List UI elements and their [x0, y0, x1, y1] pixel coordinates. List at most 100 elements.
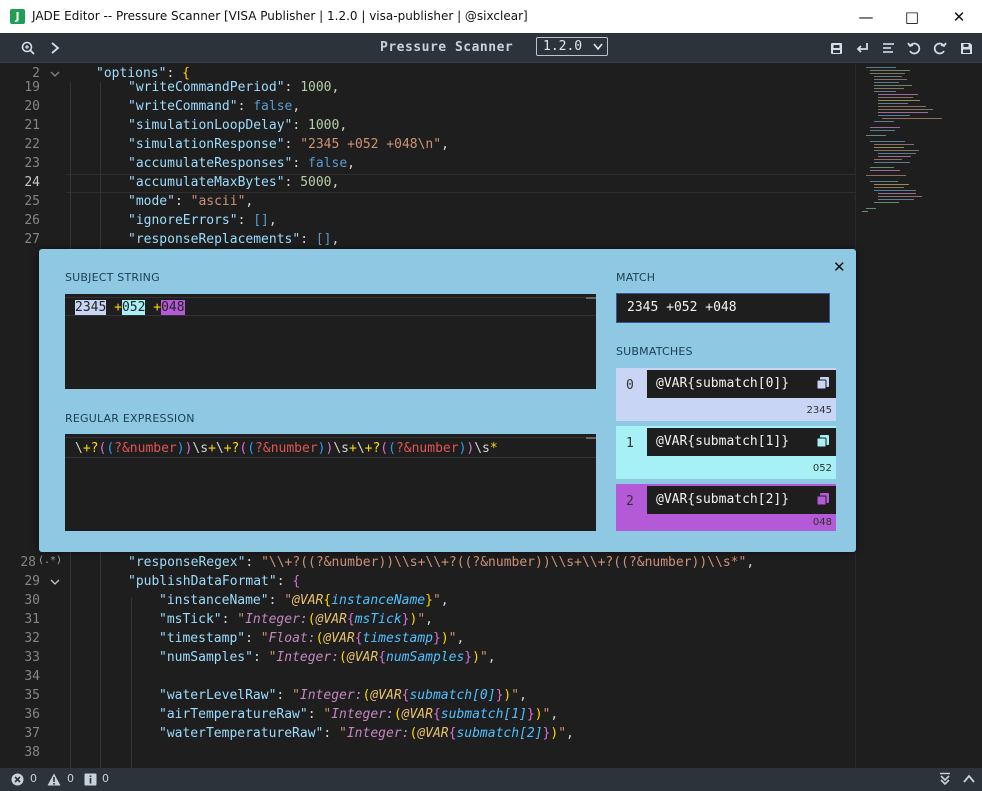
code-value: 1000: [308, 118, 340, 133]
close-popup-button[interactable]: ✕: [833, 258, 846, 276]
code-value: "2345 +052 +048\n": [300, 137, 442, 152]
line-number: 34: [24, 669, 40, 684]
code-line: "ignoreErrors": [],: [128, 213, 277, 228]
code-key: instanceName: [166, 593, 261, 608]
status-bar: 0 0 0: [0, 768, 982, 791]
line-number: 2: [32, 66, 40, 81]
code-line: "writeCommand": false,: [128, 99, 301, 114]
code-line: "simulationResponse": "2345 +052 +048\n"…: [128, 137, 449, 152]
code-line: "publishDataFormat": {: [128, 574, 301, 589]
code-line: "timestamp": "Float:(@VAR{timestamp})",: [159, 631, 465, 646]
redo-icon[interactable]: [930, 38, 950, 58]
match-label: MATCH: [616, 271, 656, 284]
code-line: "numSamples": "Integer:(@VAR{numSamples}…: [159, 650, 496, 665]
submatch-row: 2 @VAR{submatch[2]} 048: [616, 484, 836, 531]
code-key: simulationResponse: [135, 137, 277, 152]
insert-return-icon[interactable]: [852, 38, 872, 58]
submatch-index: 0: [626, 378, 634, 393]
subject-group-1: 052: [121, 300, 146, 315]
save-icon[interactable]: [956, 38, 976, 58]
line-number: 36: [24, 707, 40, 722]
submatch-index: 2: [626, 494, 634, 509]
submatch-value: 048: [812, 517, 832, 528]
code-line: "responseRegex": "\\+?((?&number))\\s+\\…: [128, 555, 755, 570]
chevron-right-icon[interactable]: [45, 38, 65, 58]
warning-icon[interactable]: [47, 773, 61, 786]
version-select[interactable]: 1.2.0: [536, 37, 608, 56]
format-icon[interactable]: [878, 38, 898, 58]
copy-icon[interactable]: [816, 492, 830, 506]
code-key: writeCommandPeriod: [135, 80, 277, 95]
close-window-button[interactable]: ✕: [936, 0, 982, 33]
code-line: "simulationLoopDelay": 1000,: [128, 118, 348, 133]
code-line: "mode": "ascii",: [128, 194, 254, 209]
copy-icon[interactable]: [816, 376, 830, 390]
fold-chevron-icon[interactable]: [50, 71, 60, 78]
submatch-variable-field[interactable]: @VAR{submatch[0]}: [647, 370, 836, 398]
submatch-value: 2345: [806, 405, 832, 416]
line-number: 22: [24, 137, 40, 152]
code-key: responseReplacements: [135, 232, 293, 247]
minimize-button[interactable]: —: [843, 0, 889, 33]
chevron-up-icon[interactable]: [962, 773, 976, 785]
chevron-down-icon: [593, 43, 603, 51]
code-line: "waterTemperatureRaw": "Integer:(@VAR{su…: [159, 726, 574, 741]
code-line: "instanceName": "@VAR{instanceName}",: [159, 593, 449, 608]
submatch-value: 052: [812, 463, 832, 474]
warning-count: 0: [67, 772, 74, 785]
maximize-button[interactable]: □: [889, 0, 935, 33]
line-number: 19: [24, 80, 40, 95]
submatch-variable-field[interactable]: @VAR{submatch[1]}: [647, 428, 836, 456]
code-key: waterTemperatureRaw: [166, 726, 316, 741]
submatch-variable: @VAR{submatch[0]}: [656, 376, 790, 391]
zoom-icon[interactable]: [18, 38, 38, 58]
app-icon: J: [10, 9, 25, 24]
line-number: 26: [24, 213, 40, 228]
info-icon[interactable]: [84, 773, 97, 786]
code-line: "accumulateMaxBytes": 5000,: [128, 175, 340, 190]
match-value: 2345 +052 +048: [627, 300, 737, 315]
error-icon[interactable]: [11, 773, 24, 786]
code-value: 1000: [300, 80, 332, 95]
submatches-label: SUBMATCHES: [616, 345, 693, 358]
code-key: writeCommand: [135, 99, 230, 114]
line-number: 30: [24, 593, 40, 608]
line-number-active: 24: [24, 175, 40, 190]
undo-icon[interactable]: [904, 38, 924, 58]
indent-guide: [131, 598, 132, 768]
code-key: publishDataFormat: [135, 574, 269, 589]
version-value: 1.2.0: [543, 39, 583, 54]
subject-string-input[interactable]: 2345 +052 +048: [65, 294, 596, 389]
line-number: 32: [24, 631, 40, 646]
line-number: 23: [24, 156, 40, 171]
regular-expression-input[interactable]: \+?((?&number))\s+\+?((?&number))\s+\+?(…: [65, 434, 596, 531]
submatch-variable: @VAR{submatch[1]}: [656, 434, 790, 449]
error-count: 0: [30, 772, 37, 785]
code-key: responseRegex: [135, 555, 238, 570]
code-value: []: [253, 213, 269, 228]
minimap[interactable]: [855, 63, 982, 768]
subject-group-0: 2345: [75, 300, 107, 315]
regex-marker[interactable]: (.*): [38, 555, 62, 566]
scroll-to-bottom-icon[interactable]: [938, 772, 952, 786]
copy-icon[interactable]: [816, 434, 830, 448]
code-key: timestamp: [166, 631, 238, 646]
submatch-variable: @VAR{submatch[2]}: [656, 492, 790, 507]
document-title: Pressure Scanner: [380, 40, 514, 55]
match-field: 2345 +052 +048: [616, 293, 830, 323]
code-line: "writeCommandPeriod": 1000,: [128, 80, 340, 95]
submatch-variable-field[interactable]: @VAR{submatch[2]}: [647, 486, 836, 514]
code-line: "accumulateResponses": false,: [128, 156, 355, 171]
code-value: false: [253, 99, 293, 114]
code-line: "responseReplacements": [],: [128, 232, 340, 247]
line-number: 28: [20, 555, 36, 570]
fold-chevron-icon[interactable]: [50, 579, 60, 586]
submatch-row: 1 @VAR{submatch[1]} 052: [616, 426, 836, 479]
line-number: 31: [24, 612, 40, 627]
regular-expression-text: \+?((?&number))\s+\+?((?&number))\s+\+?(…: [75, 441, 498, 456]
line-number: 35: [24, 688, 40, 703]
line-number: 33: [24, 650, 40, 665]
window-title: JADE Editor -- Pressure Scanner [VISA Pu…: [32, 9, 528, 23]
code-line: "msTick": "Integer:(@VAR{msTick})",: [159, 612, 433, 627]
save-template-icon[interactable]: [826, 38, 846, 58]
